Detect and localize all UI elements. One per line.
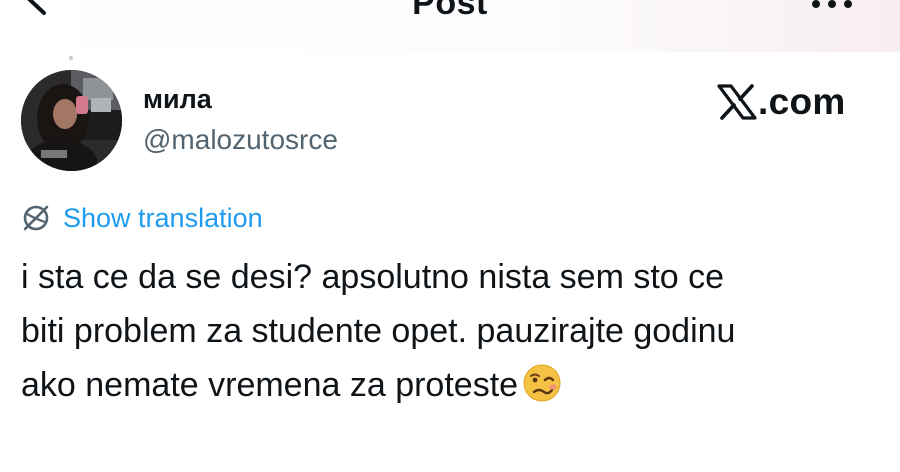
author-display-name[interactable]: мила: [143, 84, 212, 115]
woozy-face-emoji: [523, 364, 561, 402]
more-horizontal-icon: [812, 0, 820, 8]
decorative-dot: [69, 56, 73, 60]
show-translation-link[interactable]: Show translation: [21, 201, 263, 235]
x-logo-icon: [717, 84, 757, 120]
brand-text: .com: [758, 81, 846, 122]
post-text-line: i sta ce da se desi? apsolutno nista sem…: [21, 258, 725, 296]
post-text-line: ako nemate vremena za proteste: [21, 358, 881, 412]
page-title: Post: [412, 0, 488, 22]
more-options-button[interactable]: [812, 0, 860, 12]
post-text: i sta ce da se desi? apsolutno nista sem…: [21, 250, 881, 412]
top-bar: Post: [0, 0, 900, 52]
user-avatar-photo: [21, 70, 122, 171]
avatar[interactable]: [21, 70, 122, 171]
show-translation-label[interactable]: Show translation: [63, 203, 263, 234]
post-text-line: biti problem za studente opet. pauzirajt…: [21, 312, 736, 350]
author-handle[interactable]: @malozutosrce: [143, 124, 338, 156]
globe-translate-icon: [23, 205, 49, 231]
x-com-watermark: .com: [717, 80, 846, 124]
